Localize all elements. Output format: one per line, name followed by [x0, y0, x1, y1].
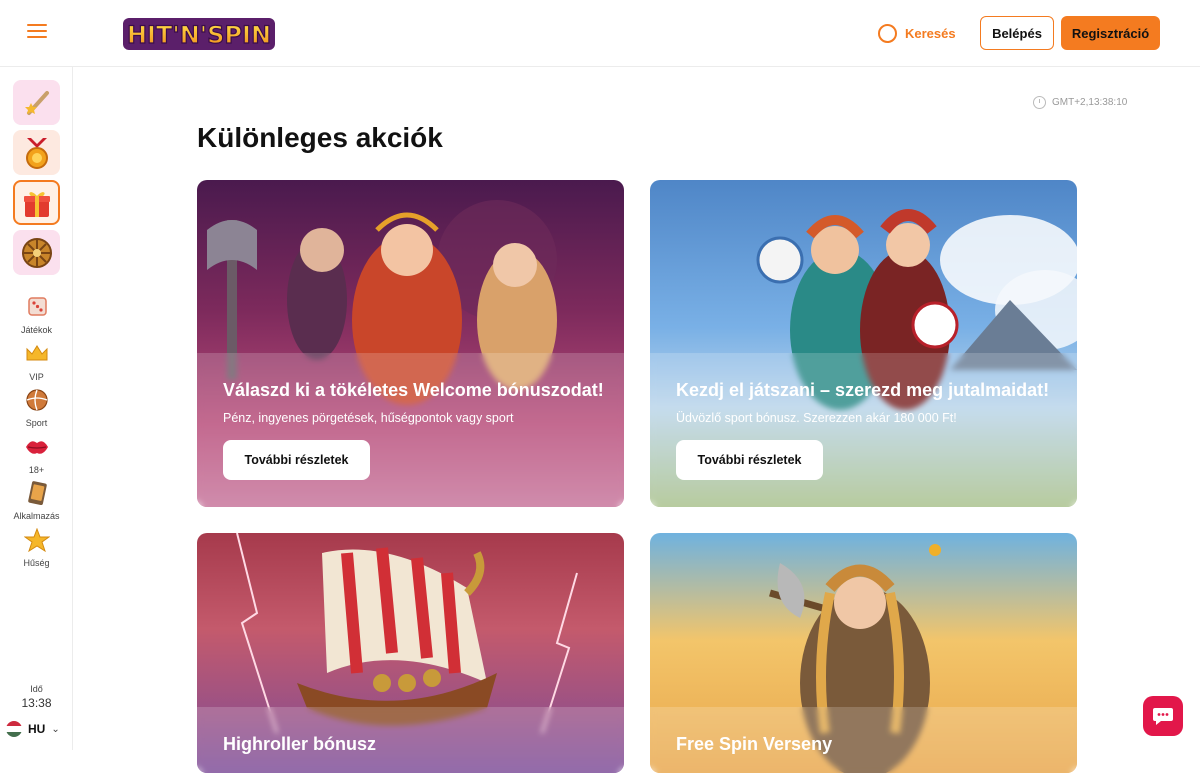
- svg-text:HIT'N'SPIN: HIT'N'SPIN: [127, 21, 271, 49]
- sidebar-item-label: VIP: [29, 372, 44, 382]
- promo-card-welcome[interactable]: Válaszd ki a tökéletes Welcome bónuszoda…: [197, 180, 624, 507]
- details-button[interactable]: További részletek: [223, 440, 370, 480]
- chat-button[interactable]: [1143, 696, 1183, 736]
- language-code: HU: [28, 722, 46, 736]
- hungary-flag-icon: [6, 721, 22, 737]
- crown-icon: [26, 345, 47, 361]
- star-icon: [22, 527, 51, 553]
- sidebar-item-label: Sport: [25, 418, 48, 428]
- promo-tile-sword[interactable]: [13, 80, 60, 125]
- clock-icon: [1033, 96, 1046, 109]
- card-title: Kezdj el játszani – szerezd meg jutalmai…: [676, 380, 1050, 400]
- login-button[interactable]: Belépés: [980, 16, 1054, 50]
- wheel-icon: [21, 237, 52, 268]
- time-label: Idő: [30, 684, 43, 694]
- medal-icon: [25, 137, 48, 169]
- ball-icon: [25, 389, 48, 411]
- dice-icon: [27, 297, 47, 316]
- promo-tile-gift[interactable]: [13, 180, 60, 225]
- language-selector[interactable]: HU ⌄: [6, 721, 60, 737]
- time-display: Idő 13:38: [0, 684, 73, 710]
- sidebar-item-label: 18+: [28, 465, 45, 475]
- gift-icon: [23, 191, 50, 217]
- card-subtitle: Pénz, ingyenes pörgetések, hűségpontok v…: [223, 411, 514, 425]
- search-button[interactable]: Keresés: [878, 22, 956, 44]
- logo[interactable]: HIT'N'SPIN: [121, 12, 277, 54]
- sidebar-item-label: Hűség: [23, 558, 50, 568]
- promo-card-freespin[interactable]: Free Spin Verseny: [650, 533, 1077, 773]
- card-overlay: [197, 353, 624, 507]
- timezone-text: GMT+2,13:38:10: [1052, 97, 1128, 108]
- sidebar-item-loyalty[interactable]: Hűség: [0, 527, 73, 568]
- chat-bubble-icon: [1153, 708, 1173, 725]
- promo-card-highroller[interactable]: Highroller bónusz: [197, 533, 624, 773]
- page-title: Különleges akciók: [197, 122, 443, 153]
- sidebar-item-vip[interactable]: VIP: [0, 342, 73, 382]
- promo-tile-medal[interactable]: [13, 130, 60, 175]
- sidebar-item-adult[interactable]: 18+: [0, 435, 73, 475]
- promo-tile-wheel[interactable]: [13, 230, 60, 275]
- card-subtitle: Üdvözlő sport bónusz. Szerezzen akár 180…: [676, 411, 957, 425]
- sidebar-item-sport[interactable]: Sport: [0, 388, 73, 428]
- top-header: HIT'N'SPIN Keresés Belépés Regisztráció: [0, 0, 1200, 67]
- card-title: Free Spin Verseny: [676, 734, 833, 754]
- search-label: Keresés: [905, 25, 956, 41]
- promo-card-sport[interactable]: Kezdj el játszani – szerezd meg jutalmai…: [650, 180, 1077, 507]
- timezone-clock: GMT+2,13:38:10: [1033, 96, 1127, 109]
- sidebar-item-label: Játékok: [20, 325, 53, 335]
- tablet-icon: [27, 481, 47, 506]
- sidebar-item-app[interactable]: Alkalmazás: [0, 481, 73, 521]
- sidebar-item-games[interactable]: Játékok: [0, 295, 73, 335]
- sidebar: Játékok VIP Sport 18+ Alkalmazás Hűség I…: [0, 67, 73, 750]
- lips-icon: [25, 441, 48, 454]
- time-value: 13:38: [21, 696, 52, 710]
- card-overlay: [650, 353, 1077, 507]
- chevron-down-icon: ⌄: [51, 723, 60, 735]
- details-button[interactable]: További részletek: [676, 440, 823, 480]
- card-title: Válaszd ki a tökéletes Welcome bónuszoda…: [223, 380, 604, 400]
- sidebar-item-label: Alkalmazás: [13, 511, 60, 521]
- register-button[interactable]: Regisztráció: [1061, 16, 1160, 50]
- sword-star-icon: [24, 90, 49, 115]
- menu-icon[interactable]: [27, 24, 47, 42]
- search-icon: [878, 23, 897, 43]
- card-title: Highroller bónusz: [223, 734, 376, 754]
